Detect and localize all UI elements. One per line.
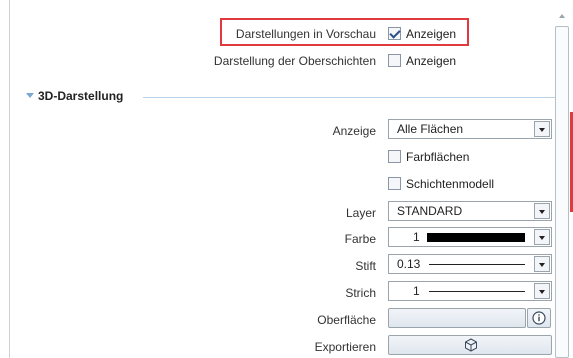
exportieren-button[interactable] [388, 335, 552, 355]
anzeige-label: Anzeige [332, 124, 376, 138]
line-style-preview [429, 291, 525, 292]
preview-label: Darstellungen in Vorschau [235, 27, 376, 41]
anzeige-value: Alle Flächen [397, 122, 464, 136]
preview-checkbox-label: Anzeigen [406, 27, 457, 41]
color-swatch [427, 233, 525, 242]
strich-label: Strich [345, 286, 376, 300]
chevron-down-icon[interactable] [534, 283, 550, 299]
oberflaeche-info-button[interactable] [527, 308, 551, 328]
chevron-down-icon[interactable] [534, 203, 550, 219]
strich-value: 1 [413, 284, 420, 298]
schichtenmodell-label: Schichtenmodell [406, 177, 495, 191]
oberflaeche-label: Oberfläche [317, 313, 376, 327]
chevron-down-icon[interactable] [534, 229, 550, 245]
chevron-down-icon[interactable] [534, 256, 550, 272]
oberflaeche-button[interactable] [388, 308, 526, 328]
cube-icon [465, 338, 477, 352]
exportieren-label: Exportieren [314, 340, 376, 354]
section-title[interactable]: 3D-Darstellung [38, 89, 123, 103]
farbe-value: 1 [413, 230, 420, 244]
upper-layers-checkbox[interactable] [388, 54, 401, 67]
strich-select[interactable]: 1 [388, 281, 552, 301]
schichtenmodell-checkbox[interactable] [388, 177, 401, 190]
farbflaechen-label: Farbflächen [406, 150, 470, 164]
section-divider [143, 97, 555, 98]
stift-value: 0.13 [397, 257, 421, 271]
upper-layers-label: Darstellung der Oberschichten [213, 54, 376, 68]
farbe-select[interactable]: 1 [388, 227, 552, 247]
scroll-up-icon[interactable] [559, 14, 565, 18]
layer-select[interactable]: STANDARD [388, 201, 552, 221]
stift-select[interactable]: 0.13 [388, 254, 552, 274]
layer-label: Layer [345, 206, 376, 220]
vertical-scrollbar[interactable] [555, 26, 569, 358]
layer-value: STANDARD [397, 204, 463, 218]
pen-line-preview [429, 264, 525, 265]
chevron-down-icon[interactable] [534, 121, 550, 137]
preview-checkbox[interactable] [388, 27, 401, 40]
info-icon [532, 311, 546, 325]
anzeige-select[interactable]: Alle Flächen [388, 119, 552, 139]
farbflaechen-checkbox[interactable] [388, 150, 401, 163]
collapse-triangle-icon[interactable] [26, 93, 34, 98]
upper-layers-checkbox-label: Anzeigen [406, 54, 457, 68]
farbe-label: Farbe [344, 232, 376, 246]
stift-label: Stift [355, 259, 376, 273]
